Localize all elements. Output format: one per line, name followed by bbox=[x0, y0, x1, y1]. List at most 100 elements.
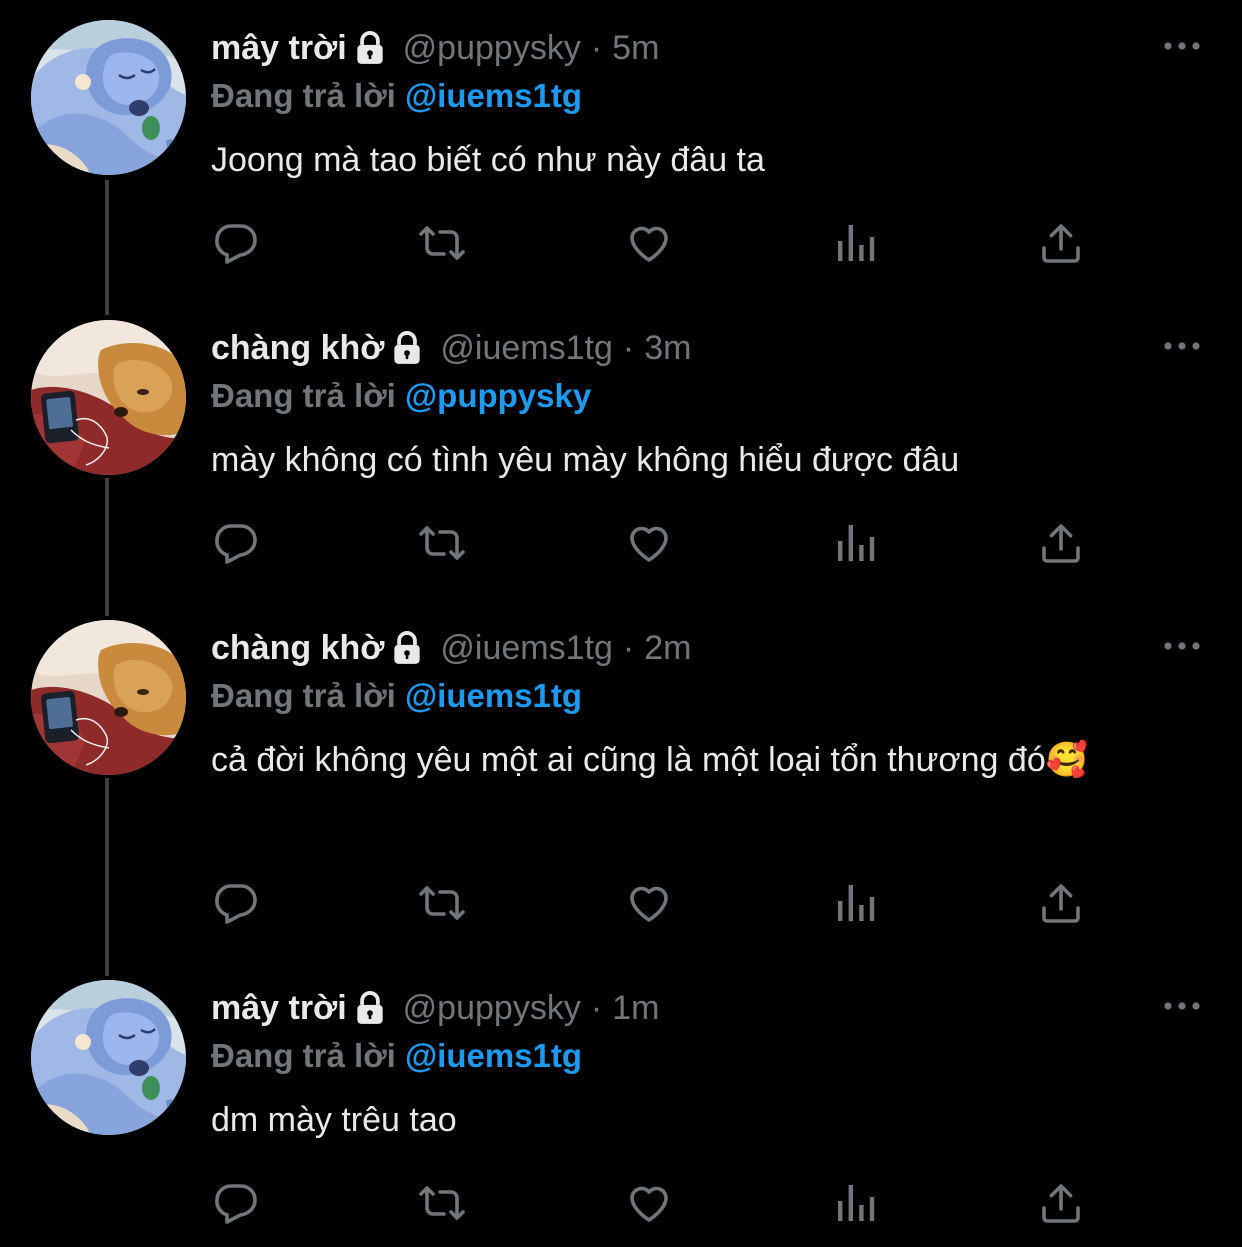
more-options-icon[interactable] bbox=[1162, 339, 1202, 353]
dog-avatar-icon bbox=[31, 320, 186, 475]
reply-prefix: Đang trả lời bbox=[211, 1037, 396, 1074]
stitch-avatar-icon bbox=[31, 20, 186, 175]
reply-button[interactable] bbox=[211, 518, 261, 568]
views-button[interactable] bbox=[831, 518, 881, 568]
avatar[interactable] bbox=[31, 20, 186, 175]
timestamp[interactable]: 3m bbox=[644, 324, 691, 372]
tweet-thread: mây trời @puppysky · 5m Đang trả lời @iu… bbox=[0, 0, 1242, 1247]
more-options-icon[interactable] bbox=[1162, 999, 1202, 1013]
retweet-icon bbox=[418, 519, 466, 567]
timestamp[interactable]: 5m bbox=[612, 24, 659, 72]
user-handle[interactable]: @puppysky bbox=[403, 984, 581, 1032]
reply-button[interactable] bbox=[211, 878, 261, 928]
tweet[interactable]: mây trời @puppysky · 1m Đang trả lời @iu… bbox=[0, 960, 1242, 1247]
lock-icon bbox=[388, 629, 426, 667]
like-icon bbox=[625, 219, 673, 267]
reply-icon bbox=[212, 879, 260, 927]
reply-prefix: Đang trả lời bbox=[211, 677, 396, 714]
share-button[interactable] bbox=[1036, 1178, 1086, 1228]
share-icon bbox=[1037, 879, 1085, 927]
like-icon bbox=[625, 519, 673, 567]
user-handle[interactable]: @iuems1tg bbox=[440, 624, 612, 672]
more-options-icon[interactable] bbox=[1162, 39, 1202, 53]
views-icon bbox=[832, 519, 880, 567]
retweet-button[interactable] bbox=[417, 878, 467, 928]
like-icon bbox=[625, 879, 673, 927]
separator-dot: · bbox=[622, 329, 635, 367]
views-icon bbox=[832, 879, 880, 927]
separator-dot: · bbox=[590, 29, 603, 67]
tweet-header: chàng khờ @iuems1tg · 2m bbox=[211, 624, 1122, 672]
like-button[interactable] bbox=[624, 878, 674, 928]
tweet-header: mây trời @puppysky · 5m bbox=[211, 24, 1122, 72]
views-button[interactable] bbox=[831, 878, 881, 928]
tweet-text: cả đời không yêu một ai cũng là một loại… bbox=[211, 741, 1089, 779]
reply-target-link[interactable]: @iuems1tg bbox=[405, 77, 582, 114]
share-button[interactable] bbox=[1036, 218, 1086, 268]
avatar[interactable] bbox=[31, 980, 186, 1135]
like-button[interactable] bbox=[624, 518, 674, 568]
display-name[interactable]: chàng khờ bbox=[211, 624, 384, 672]
share-icon bbox=[1037, 1179, 1085, 1227]
display-name[interactable]: mây trời bbox=[211, 24, 347, 72]
reply-prefix: Đang trả lời bbox=[211, 377, 396, 414]
retweet-button[interactable] bbox=[417, 1178, 467, 1228]
like-button[interactable] bbox=[624, 1178, 674, 1228]
retweet-icon bbox=[418, 219, 466, 267]
reply-button[interactable] bbox=[211, 218, 261, 268]
tweet-text: mày không có tình yêu mày không hiểu đượ… bbox=[211, 441, 960, 479]
replying-to: Đang trả lời @puppysky bbox=[211, 372, 591, 420]
views-button[interactable] bbox=[831, 218, 881, 268]
share-icon bbox=[1037, 219, 1085, 267]
replying-to: Đang trả lời @iuems1tg bbox=[211, 1032, 582, 1080]
reply-icon bbox=[212, 1179, 260, 1227]
tweet-actions bbox=[211, 878, 1091, 928]
lock-icon bbox=[351, 989, 389, 1027]
reply-target-link[interactable]: @puppysky bbox=[405, 377, 591, 414]
avatar[interactable] bbox=[31, 320, 186, 475]
tweet-header: chàng khờ @iuems1tg · 3m bbox=[211, 324, 1122, 372]
retweet-icon bbox=[418, 879, 466, 927]
tweet-header: mây trời @puppysky · 1m bbox=[211, 984, 1122, 1032]
reply-icon bbox=[212, 519, 260, 567]
lock-icon bbox=[351, 29, 389, 67]
stitch-avatar-icon bbox=[31, 980, 186, 1135]
views-button[interactable] bbox=[831, 1178, 881, 1228]
share-button[interactable] bbox=[1036, 878, 1086, 928]
more-options-icon[interactable] bbox=[1162, 639, 1202, 653]
replying-to: Đang trả lời @iuems1tg bbox=[211, 672, 582, 720]
timestamp[interactable]: 1m bbox=[612, 984, 659, 1032]
views-icon bbox=[832, 219, 880, 267]
tweet-actions bbox=[211, 518, 1091, 568]
display-name[interactable]: chàng khờ bbox=[211, 324, 384, 372]
tweet[interactable]: mây trời @puppysky · 5m Đang trả lời @iu… bbox=[0, 0, 1242, 300]
avatar[interactable] bbox=[31, 620, 186, 775]
tweet-actions bbox=[211, 218, 1091, 268]
timestamp[interactable]: 2m bbox=[644, 624, 691, 672]
like-button[interactable] bbox=[624, 218, 674, 268]
reply-icon bbox=[212, 219, 260, 267]
retweet-button[interactable] bbox=[417, 518, 467, 568]
reply-prefix: Đang trả lời bbox=[211, 77, 396, 114]
display-name[interactable]: mây trời bbox=[211, 984, 347, 1032]
tweet-actions bbox=[211, 1178, 1091, 1228]
dog-avatar-icon bbox=[31, 620, 186, 775]
like-icon bbox=[625, 1179, 673, 1227]
reply-target-link[interactable]: @iuems1tg bbox=[405, 1037, 582, 1074]
share-icon bbox=[1037, 519, 1085, 567]
tweet-text: Joong mà tao biết có như này đâu ta bbox=[211, 141, 765, 179]
views-icon bbox=[832, 1179, 880, 1227]
reply-button[interactable] bbox=[211, 1178, 261, 1228]
retweet-button[interactable] bbox=[417, 218, 467, 268]
tweet[interactable]: chàng khờ @iuems1tg · 3m Đang trả lời @p… bbox=[0, 300, 1242, 600]
lock-icon bbox=[388, 329, 426, 367]
tweet[interactable]: chàng khờ @iuems1tg · 2m Đang trả lời @i… bbox=[0, 600, 1242, 960]
separator-dot: · bbox=[590, 989, 603, 1027]
share-button[interactable] bbox=[1036, 518, 1086, 568]
user-handle[interactable]: @puppysky bbox=[403, 24, 581, 72]
retweet-icon bbox=[418, 1179, 466, 1227]
replying-to: Đang trả lời @iuems1tg bbox=[211, 72, 582, 120]
reply-target-link[interactable]: @iuems1tg bbox=[405, 677, 582, 714]
tweet-text: dm mày trêu tao bbox=[211, 1101, 457, 1139]
user-handle[interactable]: @iuems1tg bbox=[440, 324, 612, 372]
